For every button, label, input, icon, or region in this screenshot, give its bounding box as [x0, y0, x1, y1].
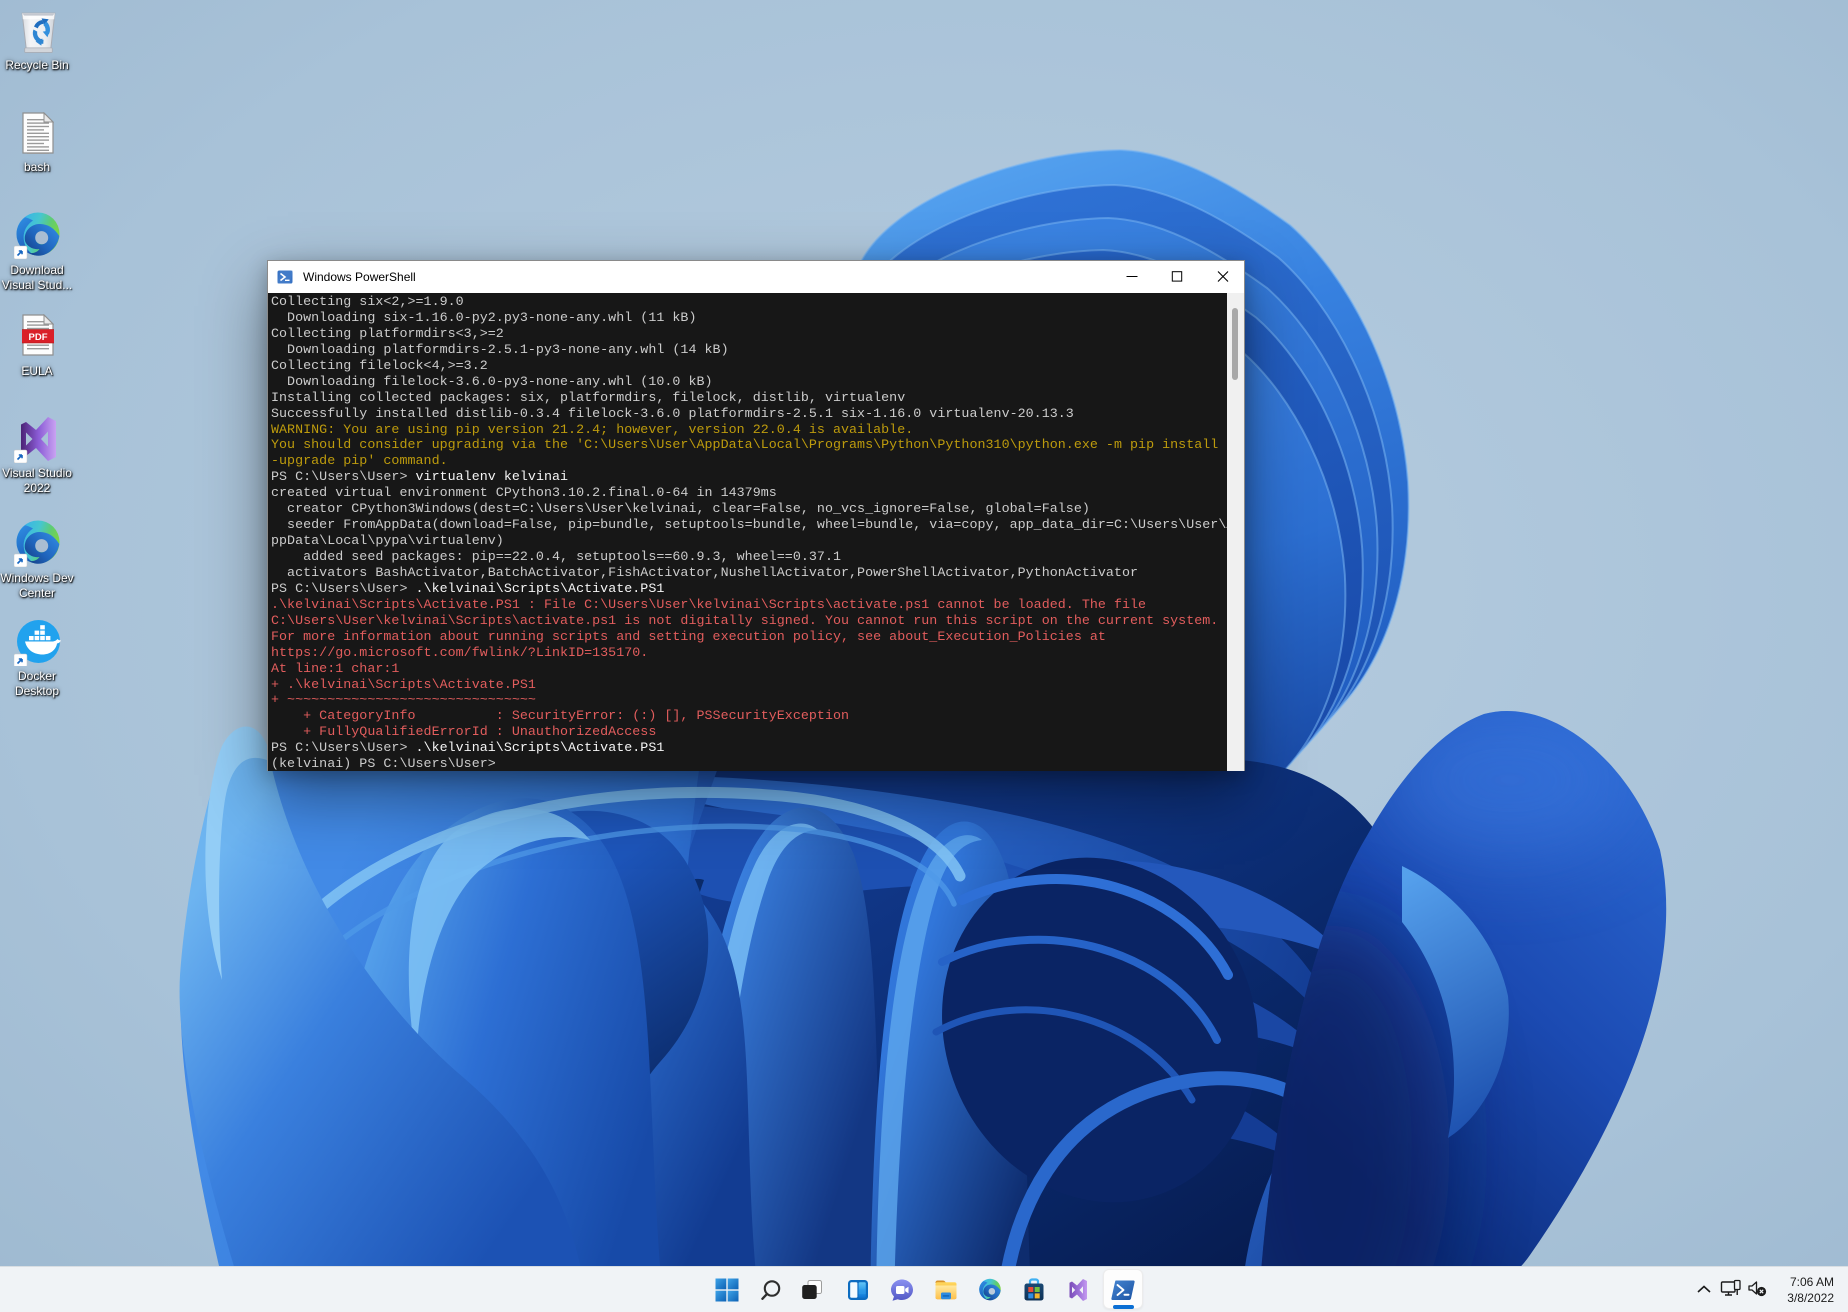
svg-text:PDF: PDF — [29, 332, 48, 343]
